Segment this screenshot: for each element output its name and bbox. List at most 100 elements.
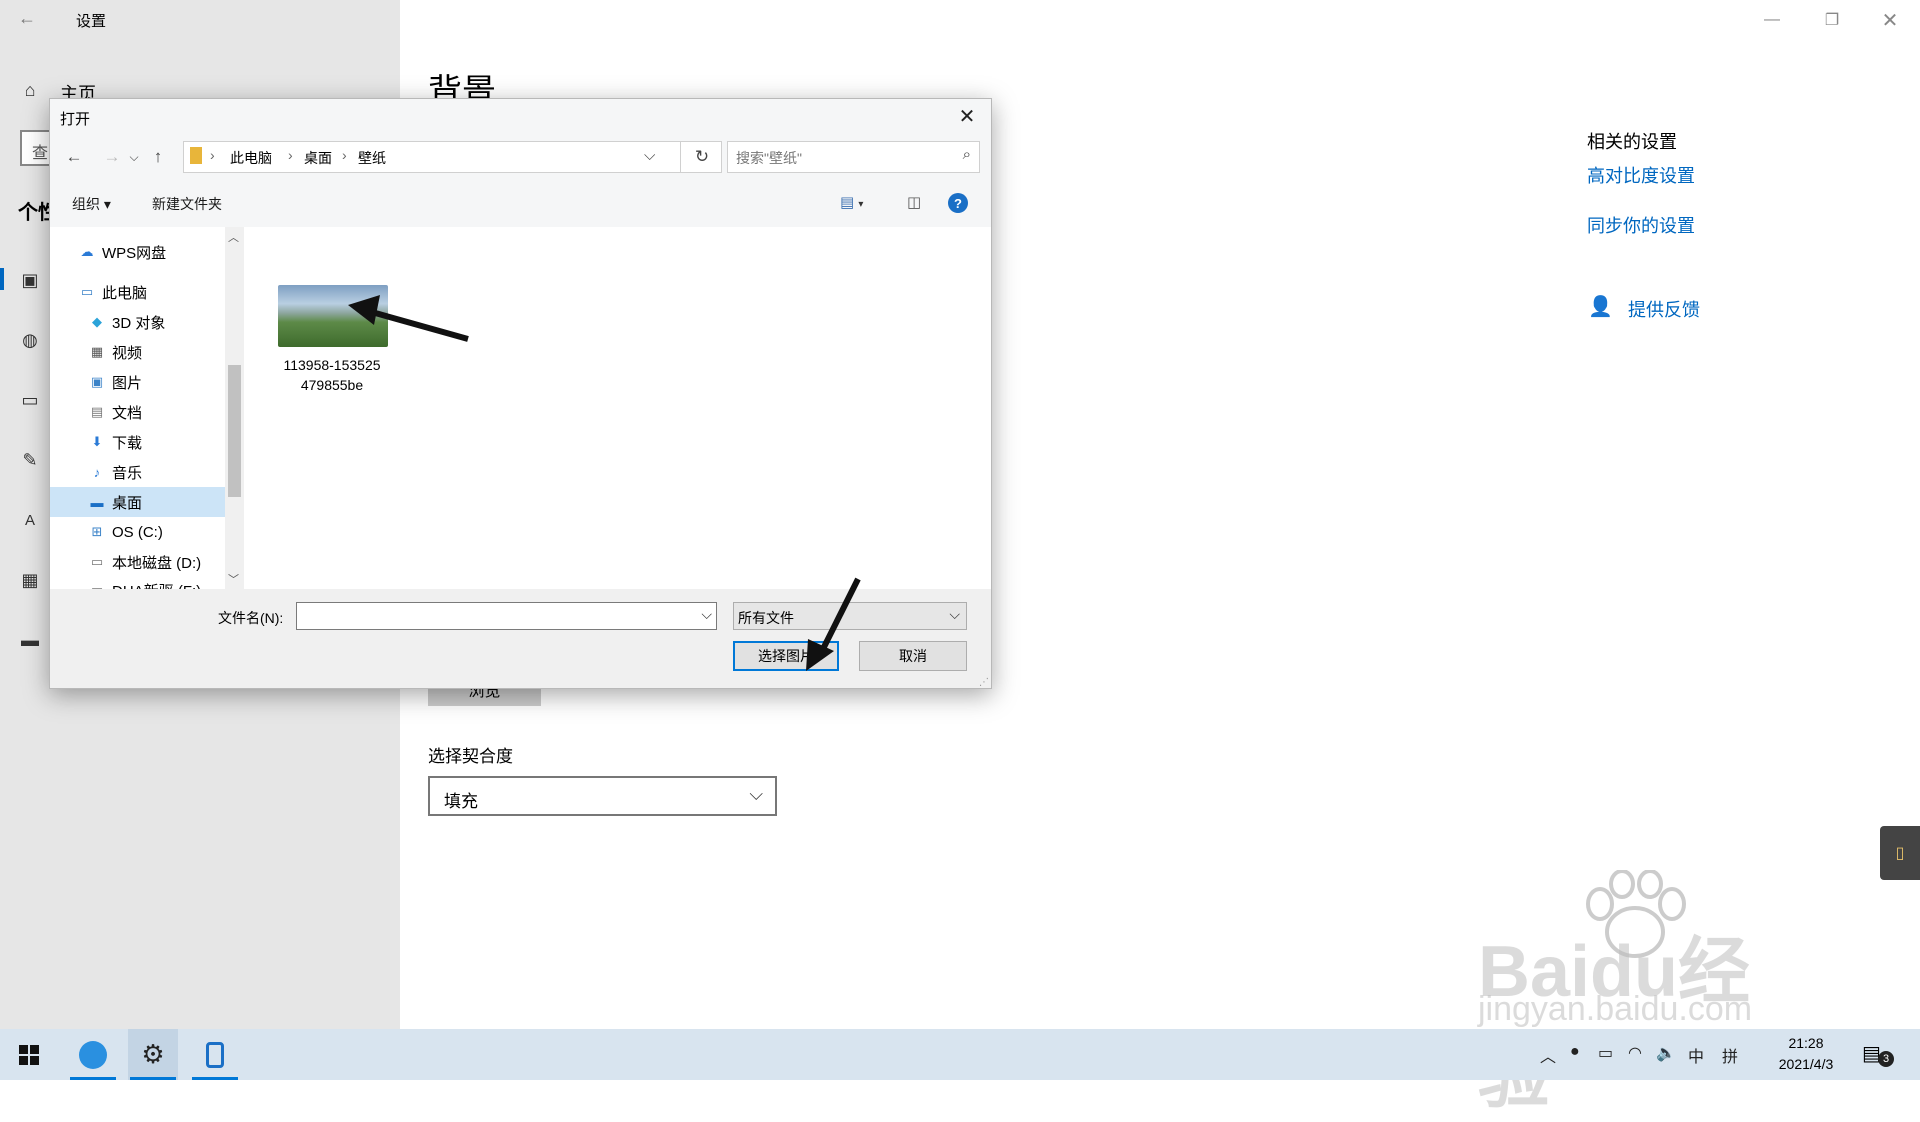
breadcrumb-this-pc[interactable]: 此电脑: [230, 148, 272, 168]
preview-pane-icon[interactable]: ◫: [907, 193, 921, 211]
tree-item-this-pc[interactable]: ▭ 此电脑: [50, 277, 232, 307]
tree-item-drive-c[interactable]: ⊞ OS (C:): [50, 517, 232, 547]
tree-label: DHA新驱 (F:): [112, 580, 201, 590]
dialog-toolbar: 组织 ▾ 新建文件夹 ▤ ▾ ◫ ?: [50, 183, 991, 223]
fonts-icon[interactable]: A: [18, 508, 42, 532]
tree-item-downloads[interactable]: ⬇ 下载: [50, 427, 232, 457]
taskbar-app-browser[interactable]: [68, 1029, 118, 1080]
search-input[interactable]: 搜索"壁纸" ⌕: [727, 141, 980, 173]
scroll-thumb[interactable]: [228, 365, 241, 497]
cancel-button[interactable]: 取消: [859, 641, 967, 671]
back-icon[interactable]: ←: [62, 145, 86, 169]
volume-icon[interactable]: 🔈: [1656, 1043, 1676, 1063]
tree-item-drive-f[interactable]: ▭ DHA新驱 (F:): [50, 575, 232, 589]
ime-mode-indicator[interactable]: 拼: [1722, 1043, 1738, 1067]
sync-settings-link[interactable]: 同步你的设置: [1587, 212, 1695, 238]
fit-dropdown[interactable]: 填充 ⌵: [428, 776, 777, 816]
tree-item-drive-d[interactable]: ▭ 本地磁盘 (D:): [50, 547, 232, 577]
feedback-link[interactable]: 提供反馈: [1628, 296, 1700, 322]
breadcrumb-separator: ›: [288, 147, 293, 163]
forward-icon[interactable]: →: [100, 145, 124, 169]
chevron-down-icon: ⌵: [749, 784, 763, 804]
drive-icon: ⊞: [91, 524, 103, 539]
fit-label: 选择契合度: [428, 747, 513, 766]
recent-dropdown-icon[interactable]: ⌵: [122, 145, 146, 169]
selected-indicator: [0, 268, 4, 290]
clock[interactable]: 21:28 2021/4/3: [1766, 1033, 1846, 1075]
up-icon[interactable]: ↑: [146, 145, 170, 169]
home-icon[interactable]: ⌂: [18, 78, 42, 102]
qq-icon[interactable]: ●: [1570, 1043, 1580, 1061]
taskbar-app-phone[interactable]: [190, 1029, 240, 1080]
annotation-arrow-icon: [348, 295, 469, 342]
view-options-icon[interactable]: ▤ ▾: [840, 193, 863, 211]
taskbar-settings-icon[interactable]: ▬: [18, 628, 42, 652]
side-handle[interactable]: ▯: [1880, 826, 1920, 880]
notification-badge: 3: [1878, 1051, 1894, 1067]
windows-logo-icon: [19, 1044, 39, 1065]
tree-label: 视频: [112, 344, 143, 362]
tree-item-music[interactable]: ♪ 音乐: [50, 457, 232, 487]
settings-window-title: 设置: [76, 13, 107, 30]
new-folder-button[interactable]: 新建文件夹: [152, 194, 222, 214]
resize-grip-icon[interactable]: ⋰: [979, 677, 989, 688]
minimize-icon[interactable]: —: [1743, 0, 1801, 40]
tree-label: 此电脑: [102, 284, 148, 302]
music-icon: ♪: [93, 464, 101, 480]
show-hidden-icons[interactable]: ︿: [1540, 1043, 1556, 1067]
filename-input[interactable]: ⌵: [296, 602, 717, 630]
taskbar: ⚙ ︿ ● ▭ ◠ 🔈 中 拼 21:28 2021/4/3 ▤ 3: [0, 1029, 1920, 1080]
start-button[interactable]: [4, 1029, 54, 1080]
taskbar-app-settings[interactable]: ⚙: [128, 1029, 178, 1080]
address-bar[interactable]: › 此电脑 › 桌面 › 壁纸 ⌵ ↻: [183, 141, 722, 173]
address-dropdown-icon[interactable]: ⌵: [644, 147, 655, 164]
notification-center[interactable]: ▤ 3: [1862, 1041, 1898, 1069]
tree-item-pictures[interactable]: ▣ 图片: [50, 367, 232, 397]
search-placeholder: 搜索"壁纸": [736, 150, 802, 166]
high-contrast-link[interactable]: 高对比度设置: [1587, 162, 1695, 188]
tree-label: 3D 对象: [112, 314, 166, 332]
scroll-down-icon[interactable]: ﹀: [228, 571, 239, 587]
tree-label: WPS网盘: [102, 244, 167, 262]
background-icon[interactable]: ▣: [18, 268, 42, 292]
restore-icon[interactable]: ❐: [1803, 0, 1861, 40]
help-icon[interactable]: ?: [948, 193, 968, 213]
fit-value: 填充: [444, 792, 478, 811]
tree-item-videos[interactable]: ▦ 视频: [50, 337, 232, 367]
tree-label: 本地磁盘 (D:): [112, 554, 202, 572]
close-icon[interactable]: ✕: [949, 101, 985, 131]
themes-icon[interactable]: ✎: [18, 448, 42, 472]
open-file-dialog: 打开 ✕ ← → ⌵ ↑ › 此电脑 › 桌面 › 壁纸 ⌵ ↻ 搜索"壁纸" …: [49, 98, 992, 689]
tree-item-wps-cloud[interactable]: ☁ WPS网盘: [50, 237, 232, 267]
document-icon: ▤: [90, 404, 104, 419]
desktop-icon: ▬: [90, 494, 104, 510]
drive-icon: ▭: [88, 582, 106, 589]
start-icon[interactable]: ▦: [18, 568, 42, 592]
tree-item-documents[interactable]: ▤ 文档: [50, 397, 232, 427]
breadcrumb-desktop[interactable]: 桌面: [304, 148, 332, 168]
file-name-line2: 479855be: [300, 377, 364, 393]
close-window-icon[interactable]: ✕: [1861, 0, 1919, 40]
tree-label: 下载: [112, 434, 143, 452]
colors-icon[interactable]: ◍: [18, 328, 42, 352]
tree-label: 桌面: [112, 494, 143, 512]
gear-icon: ⚙: [141, 1039, 165, 1069]
back-arrow-icon[interactable]: ←: [18, 8, 36, 29]
scroll-up-icon[interactable]: ︿: [228, 229, 239, 245]
drive-icon: ▭: [90, 554, 104, 569]
ime-indicator[interactable]: 中: [1688, 1043, 1704, 1067]
cloud-icon: ☁: [80, 244, 94, 259]
folder-icon: [190, 147, 202, 164]
battery-icon[interactable]: ▭: [1598, 1043, 1613, 1063]
tree-item-desktop[interactable]: ▬ 桌面: [50, 487, 232, 517]
cancel-label: 取消: [899, 648, 927, 664]
lockscreen-icon[interactable]: ▭: [18, 388, 42, 412]
tree-label: 图片: [112, 374, 143, 392]
wifi-icon[interactable]: ◠: [1628, 1043, 1642, 1063]
breadcrumb-wallpaper[interactable]: 壁纸: [358, 148, 386, 168]
organize-menu[interactable]: 组织 ▾: [72, 194, 111, 214]
tree-label: 文档: [112, 404, 143, 422]
tree-item-3d-objects[interactable]: ◆ 3D 对象: [50, 307, 232, 337]
chevron-down-icon[interactable]: ⌵: [701, 606, 712, 623]
refresh-icon[interactable]: ↻: [680, 142, 723, 172]
